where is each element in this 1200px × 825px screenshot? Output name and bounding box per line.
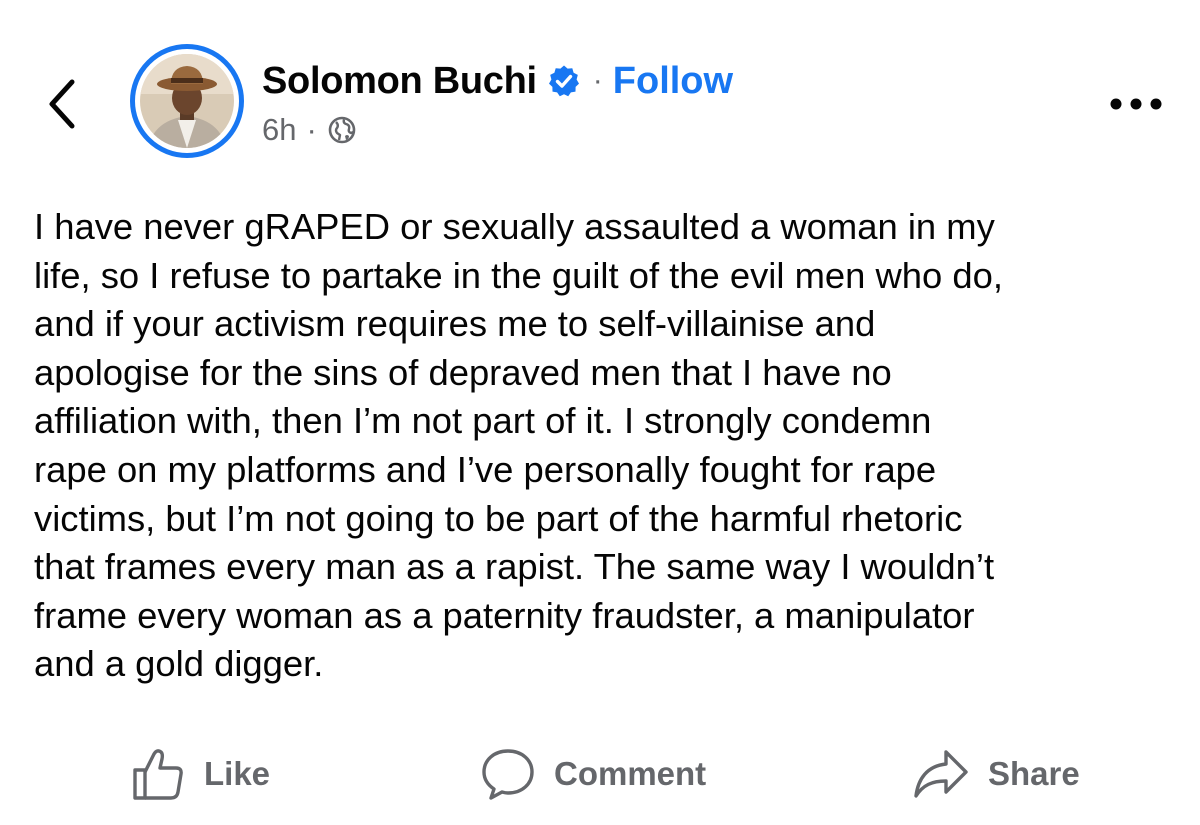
speech-bubble-icon xyxy=(482,749,534,800)
post-line: rape on my platforms and I’ve personally… xyxy=(34,448,937,490)
verified-badge-icon xyxy=(547,64,581,98)
post-text: I have never gRAPED or sexually assaulte… xyxy=(34,203,1174,689)
post-line: and if your activism requires me to self… xyxy=(34,303,876,345)
timestamp[interactable]: 6h xyxy=(262,112,296,148)
post-line: and a gold digger. xyxy=(34,643,324,685)
post-line: victims, but I’m not going to be part of… xyxy=(34,497,963,539)
share-button[interactable]: Share xyxy=(912,742,1080,806)
action-bar: Like Comment Share xyxy=(0,742,1200,806)
chevron-left-icon xyxy=(49,79,75,129)
comment-label: Comment xyxy=(554,755,707,792)
globe-icon[interactable] xyxy=(327,115,357,145)
thumbs-up-icon xyxy=(133,749,183,800)
more-options-button[interactable] xyxy=(1108,84,1164,124)
author-name[interactable]: Solomon Buchi xyxy=(262,60,537,103)
post-line: life, so I refuse to partake in the guil… xyxy=(34,254,1003,296)
back-button[interactable] xyxy=(40,72,90,136)
post-line: frame every woman as a paternity fraudst… xyxy=(34,594,975,636)
comment-button[interactable]: Comment xyxy=(480,742,706,806)
separator-dot: · xyxy=(592,64,603,97)
post-line: apologise for the sins of depraved men t… xyxy=(34,351,892,393)
like-label: Like xyxy=(204,755,271,792)
meta-separator: · xyxy=(306,112,317,147)
avatar xyxy=(140,54,234,148)
more-horizontal-icon xyxy=(1110,98,1162,110)
follow-button[interactable]: Follow xyxy=(613,60,733,103)
post-meta: 6h · xyxy=(262,110,357,150)
author-line: Solomon Buchi · Follow xyxy=(262,56,733,106)
post-line: I have never gRAPED or sexually assaulte… xyxy=(34,206,995,247)
share-arrow-icon xyxy=(914,750,968,798)
avatar-ring[interactable] xyxy=(130,44,244,158)
post-line: that frames every man as a rapist. The s… xyxy=(34,546,995,588)
share-label: Share xyxy=(988,755,1080,792)
like-button[interactable]: Like xyxy=(130,742,270,806)
post-line: affiliation with, then I’m not part of i… xyxy=(34,400,932,442)
